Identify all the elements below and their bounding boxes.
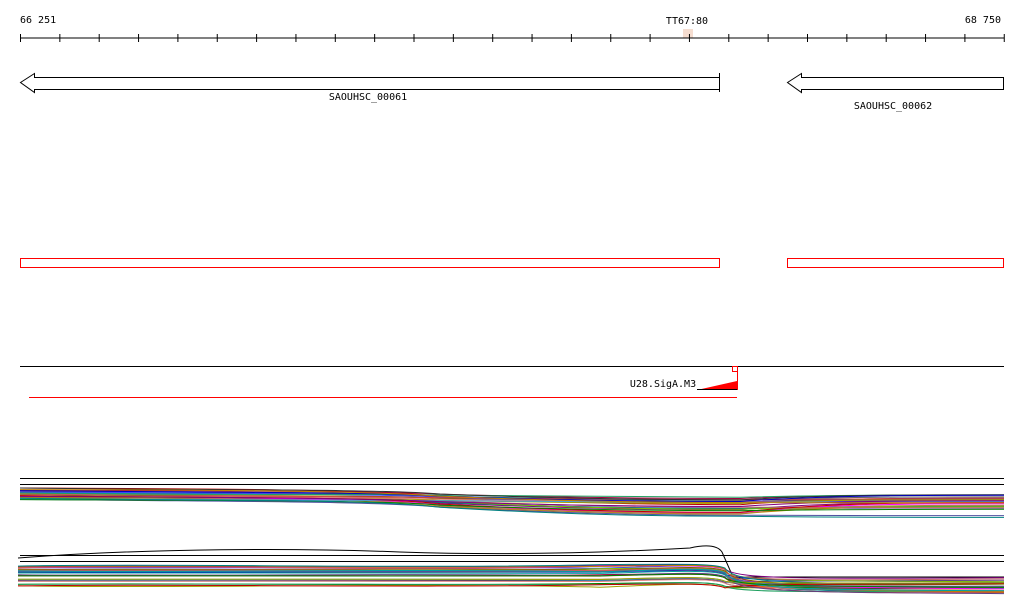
ruler: 66 251 68 750 TT67:80: [20, 15, 1005, 42]
gene-arrow-1[interactable]: [19, 72, 720, 94]
gene-label-2: SAOUHSC_00062: [854, 101, 932, 112]
feature-strength-wedge: [697, 381, 737, 390]
gene-arrow-2[interactable]: [786, 72, 1004, 94]
feature-track: U28.SigA.M3: [20, 366, 1004, 398]
expression-track-2: [17, 545, 1005, 595]
feature-label: U28.SigA.M3: [630, 379, 696, 390]
cds-track[interactable]: [20, 258, 1004, 268]
cds-box-2[interactable]: [787, 258, 1004, 268]
ruler-start-label: 66 251: [20, 15, 56, 26]
ruler-end-label: 68 750: [965, 15, 1001, 26]
profile-lines-1: [19, 487, 1005, 518]
gene-label-1: SAOUHSC_00061: [329, 92, 407, 103]
expression-track-1: [19, 478, 1005, 518]
genome-browser-canvas: 66 251 68 750 TT67:80 SAOUHSC_00061 SAOU…: [17, 15, 1005, 595]
marker-highlight: [683, 29, 693, 38]
profile-lines-2: [17, 563, 1005, 595]
gene-track[interactable]: SAOUHSC_00061 SAOUHSC_00062: [19, 72, 1004, 112]
cds-box-1[interactable]: [20, 258, 720, 268]
feature-start-marker[interactable]: [732, 366, 738, 372]
marker-label: TT67:80: [666, 16, 708, 27]
